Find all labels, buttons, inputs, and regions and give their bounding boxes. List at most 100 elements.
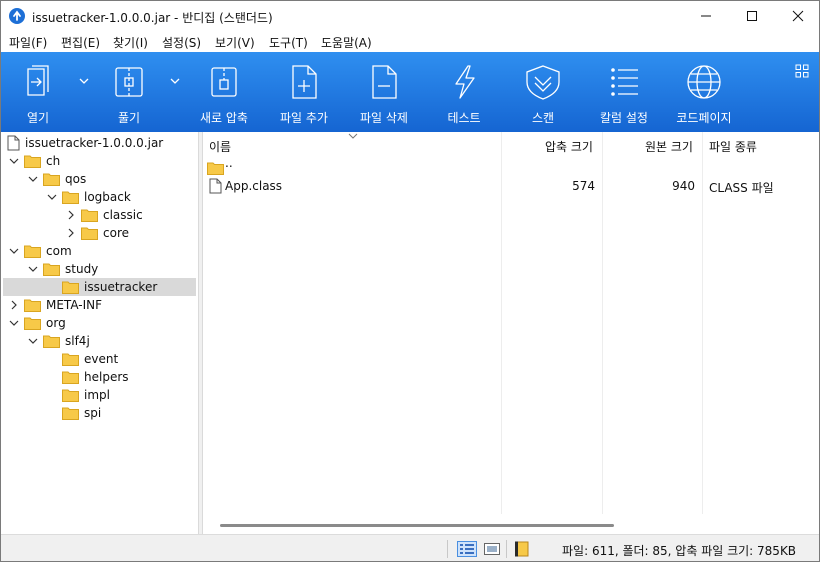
menu-settings[interactable]: 설정(S): [162, 34, 201, 51]
file-type: CLASS 파일: [709, 181, 774, 195]
tree-item-core[interactable]: core: [3, 224, 196, 242]
tree-item-spi[interactable]: spi: [3, 404, 196, 422]
preview-view-icon[interactable]: [482, 541, 502, 557]
tree-item-label: qos: [65, 172, 87, 186]
tree-item-archive-root[interactable]: issuetracker-1.0.0.0.jar: [3, 134, 196, 152]
chevron-down-icon[interactable]: [47, 192, 57, 202]
toolbar-test-button[interactable]: 테스트: [434, 52, 494, 132]
column-header-name[interactable]: 이름: [209, 138, 231, 155]
toolbar-new-archive-label: 새로 압축: [200, 111, 248, 125]
chevron-down-icon[interactable]: [9, 318, 19, 328]
folder-icon: [62, 389, 79, 402]
tree-item-helpers[interactable]: helpers: [3, 368, 196, 386]
tree-item-label: issuetracker-1.0.0.0.jar: [25, 136, 164, 150]
toolbar-scan-button[interactable]: 스캔: [513, 52, 573, 132]
chevron-down-icon[interactable]: [9, 156, 19, 166]
layout-grid-icon[interactable]: [795, 64, 809, 78]
chevron-down-icon[interactable]: [28, 336, 38, 346]
tree-item-label: META-INF: [46, 298, 103, 312]
tree-item-label: slf4j: [65, 334, 90, 348]
chevron-right-icon[interactable]: [9, 300, 19, 310]
open-icon: [27, 65, 49, 96]
status-divider: [506, 540, 507, 558]
scrollbar-thumb[interactable]: [220, 524, 614, 527]
chevron-down-icon[interactable]: [9, 246, 19, 256]
minimize-button[interactable]: [683, 1, 729, 31]
tree-item-event[interactable]: event: [3, 350, 196, 368]
maximize-icon: [747, 11, 757, 21]
extract-dropdown-icon[interactable]: [168, 76, 182, 86]
tree-item-label: helpers: [84, 370, 129, 384]
open-dropdown-icon[interactable]: [77, 76, 91, 86]
maximize-button[interactable]: [729, 1, 775, 31]
menu-find[interactable]: 찾기(I): [113, 34, 148, 51]
file-list[interactable]: 이름 압축 크기 원본 크기 파일 종류 .. App.class 574 94…: [203, 132, 819, 534]
tree-item-org[interactable]: org: [3, 314, 196, 332]
menu-tools[interactable]: 도구(T): [269, 34, 308, 51]
close-icon: [792, 10, 804, 22]
chevron-down-icon[interactable]: [28, 264, 38, 274]
close-button[interactable]: [775, 1, 819, 31]
codepage-icon: [687, 65, 721, 99]
folder-icon: [207, 162, 224, 175]
toolbar-extract-button[interactable]: 풀기: [101, 52, 157, 132]
menu-bar: 파일(F) 편집(E) 찾기(I) 설정(S) 보기(V) 도구(T) 도움말(…: [1, 31, 819, 52]
extract-icon: [115, 67, 143, 97]
minimize-icon: [701, 15, 711, 17]
tree-item-classic[interactable]: classic: [3, 206, 196, 224]
folder-tree[interactable]: issuetracker-1.0.0.0.jar ch qos logback …: [1, 132, 198, 534]
menu-view[interactable]: 보기(V): [215, 34, 255, 51]
toolbar-codepage-button[interactable]: 코드페이지: [671, 52, 737, 132]
details-view-icon[interactable]: [457, 541, 477, 557]
column-header-original-size[interactable]: 원본 크기: [645, 138, 693, 155]
tree-item-label: core: [103, 226, 129, 240]
column-header-packed-size[interactable]: 압축 크기: [545, 138, 593, 155]
toolbar-column-settings-button[interactable]: 칼럼 설정: [593, 52, 655, 132]
title-bar[interactable]: issuetracker-1.0.0.0.jar - 반디집 (스탠더드): [1, 1, 819, 31]
tree-item-ch[interactable]: ch: [3, 152, 196, 170]
file-row-parent[interactable]: ..: [203, 156, 819, 176]
app-window: issuetracker-1.0.0.0.jar - 반디집 (스탠더드) 파일…: [0, 0, 820, 562]
tree-item-impl[interactable]: impl: [3, 386, 196, 404]
file-row-app-class[interactable]: App.class 574 940 CLASS 파일: [203, 177, 819, 195]
tree-item-qos[interactable]: qos: [3, 170, 196, 188]
tree-item-com[interactable]: com: [3, 242, 196, 260]
toolbar-scan-label: 스캔: [531, 111, 555, 125]
horizontal-scrollbar[interactable]: [203, 517, 819, 534]
toolbar-codepage-label: 코드페이지: [676, 111, 732, 125]
menu-file[interactable]: 파일(F): [9, 34, 47, 51]
tree-item-logback[interactable]: logback: [3, 188, 196, 206]
status-divider: [447, 540, 448, 558]
chevron-right-icon[interactable]: [66, 210, 76, 220]
folder-icon: [43, 335, 60, 348]
toolbar-add-file-button[interactable]: 파일 추가: [274, 52, 334, 132]
tree-item-label: logback: [84, 190, 131, 204]
archive-info-icon[interactable]: [513, 541, 533, 557]
folder-icon: [24, 317, 41, 330]
folder-icon: [81, 209, 98, 222]
toolbar-new-archive-button[interactable]: 새로 압축: [194, 52, 254, 132]
tree-item-meta-inf[interactable]: META-INF: [3, 296, 196, 314]
status-summary: 파일: 611, 폴더: 85, 압축 파일 크기: 785KB: [562, 544, 797, 558]
folder-icon: [62, 371, 79, 384]
column-header-file-type[interactable]: 파일 종류: [709, 138, 757, 155]
tree-item-study[interactable]: study: [3, 260, 196, 278]
menu-edit[interactable]: 편집(E): [61, 34, 100, 51]
folder-icon: [24, 245, 41, 258]
toolbar-delete-file-button[interactable]: 파일 삭제: [354, 52, 414, 132]
folder-icon: [62, 353, 79, 366]
tree-item-label: issuetracker: [84, 280, 158, 294]
toolbar-test-label: 테스트: [447, 111, 481, 125]
menu-help[interactable]: 도움말(A): [321, 34, 372, 51]
toolbar-add-file-label: 파일 추가: [280, 111, 328, 125]
chevron-right-icon[interactable]: [66, 228, 76, 238]
tree-item-label: impl: [84, 388, 110, 402]
folder-icon: [62, 281, 79, 294]
tree-item-slf4j[interactable]: slf4j: [3, 332, 196, 350]
tree-item-label: spi: [84, 406, 102, 420]
toolbar: 열기 풀기 새로 압축 파일 추가 파일 삭제 테스트 스캔 칼럼 설정 코드페…: [1, 52, 819, 132]
tree-item-issuetracker[interactable]: issuetracker: [3, 278, 196, 296]
sort-descending-icon: [348, 133, 358, 139]
chevron-down-icon[interactable]: [28, 174, 38, 184]
toolbar-open-button[interactable]: 열기: [13, 52, 63, 132]
